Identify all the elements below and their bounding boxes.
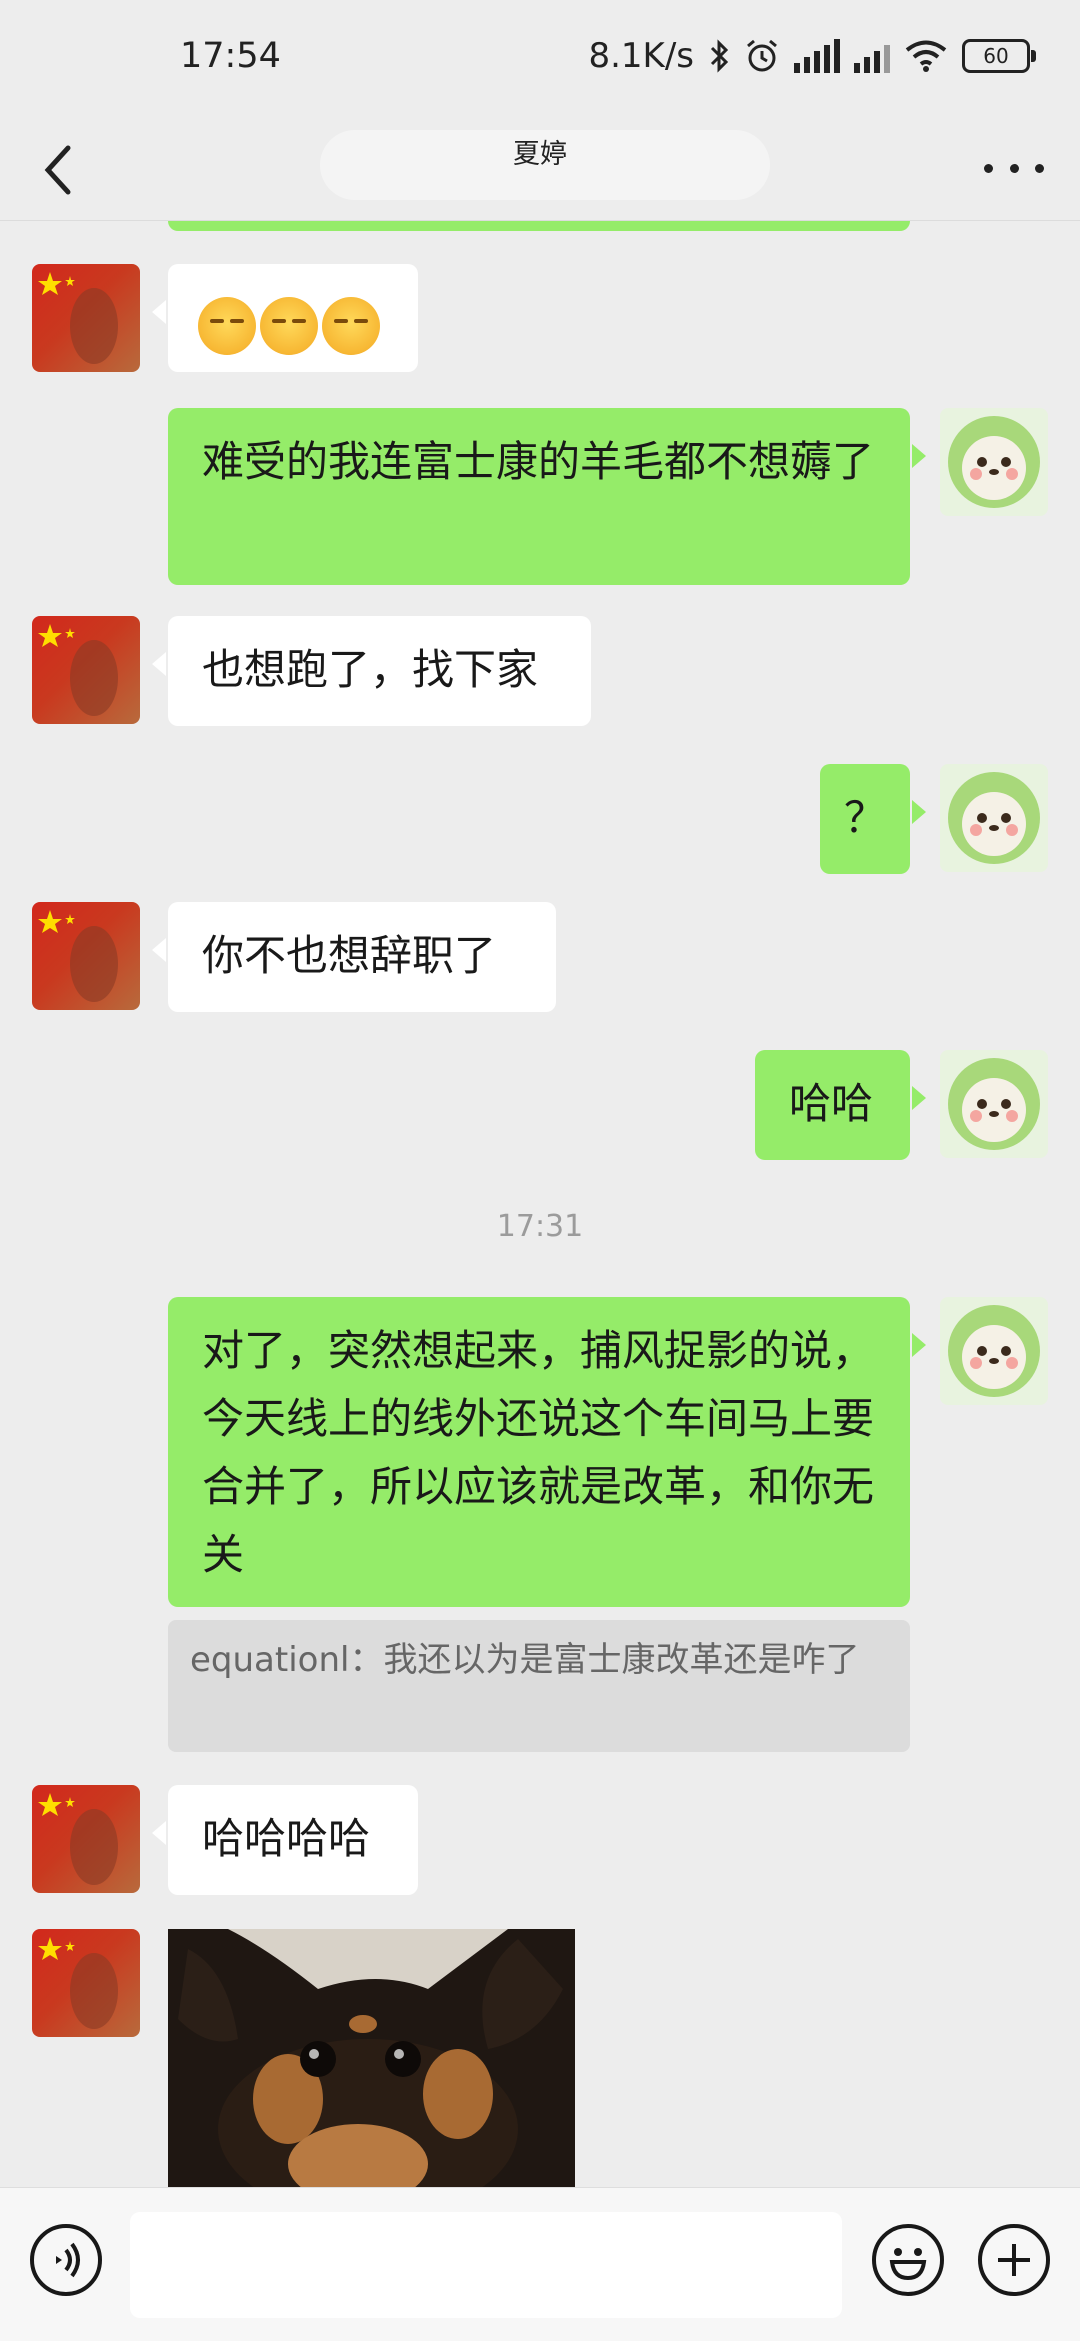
chat-messages[interactable]: 难受的我连富士康的羊毛都不想薅了 也想跑了，找下家 ？ 你不也想辞职了 哈哈 1… bbox=[0, 221, 1080, 2187]
message-bubble[interactable]: ？ bbox=[820, 764, 926, 874]
contact-avatar[interactable] bbox=[32, 902, 140, 1010]
network-speed: 8.1K/s bbox=[588, 36, 694, 76]
emoji-icon[interactable] bbox=[872, 2224, 944, 2296]
chat-header: 夏婷 bbox=[0, 120, 1080, 221]
self-avatar[interactable] bbox=[940, 1050, 1048, 1158]
self-avatar[interactable] bbox=[940, 408, 1048, 516]
chat-title[interactable]: 夏婷 bbox=[0, 132, 1080, 171]
quoted-message[interactable]: equationl：我还以为是富士康改革还是咋了 bbox=[168, 1620, 910, 1752]
battery-icon: 60 bbox=[962, 39, 1036, 73]
input-bar bbox=[0, 2187, 1080, 2341]
status-bar: 17:54 8.1K/s 60 bbox=[0, 0, 1080, 120]
status-right: 8.1K/s 60 bbox=[588, 36, 1036, 76]
contact-avatar[interactable] bbox=[32, 1785, 140, 1893]
message-bubble[interactable]: 你不也想辞职了 bbox=[152, 902, 556, 1012]
wifi-icon bbox=[905, 40, 947, 72]
self-avatar[interactable] bbox=[940, 764, 1048, 872]
dog-photo[interactable] bbox=[168, 1929, 575, 2187]
loudly-crying-face-icon bbox=[322, 296, 380, 355]
more-dots-icon[interactable] bbox=[984, 148, 1044, 188]
contact-avatar[interactable] bbox=[32, 1929, 140, 2037]
message-bubble[interactable] bbox=[152, 264, 418, 372]
status-time: 17:54 bbox=[180, 36, 281, 76]
loudly-crying-face-icon bbox=[198, 296, 256, 355]
message-bubble[interactable]: 对了，突然想起来，捕风捉影的说，今天线上的线外还说这个车间马上要合并了，所以应该… bbox=[168, 1297, 926, 1607]
plus-icon[interactable] bbox=[978, 2224, 1050, 2296]
message-bubble[interactable]: 哈哈 bbox=[755, 1050, 926, 1160]
loudly-crying-face-icon bbox=[260, 296, 318, 355]
message-input[interactable] bbox=[130, 2212, 842, 2318]
message-bubble[interactable]: 哈哈哈哈 bbox=[152, 1785, 418, 1895]
alarm-icon bbox=[747, 39, 777, 72]
contact-avatar[interactable] bbox=[32, 264, 140, 372]
hd-signal-icon bbox=[854, 39, 890, 73]
signal-icon bbox=[794, 39, 840, 73]
partial-bubble bbox=[168, 221, 910, 231]
bluetooth-icon bbox=[710, 39, 729, 73]
self-avatar[interactable] bbox=[940, 1297, 1048, 1405]
message-timestamp: 17:31 bbox=[496, 1209, 584, 1244]
contact-avatar[interactable] bbox=[32, 616, 140, 724]
voice-icon[interactable] bbox=[30, 2224, 102, 2296]
message-bubble[interactable]: 也想跑了，找下家 bbox=[152, 616, 591, 726]
message-bubble[interactable]: 难受的我连富士康的羊毛都不想薅了 bbox=[168, 408, 926, 585]
